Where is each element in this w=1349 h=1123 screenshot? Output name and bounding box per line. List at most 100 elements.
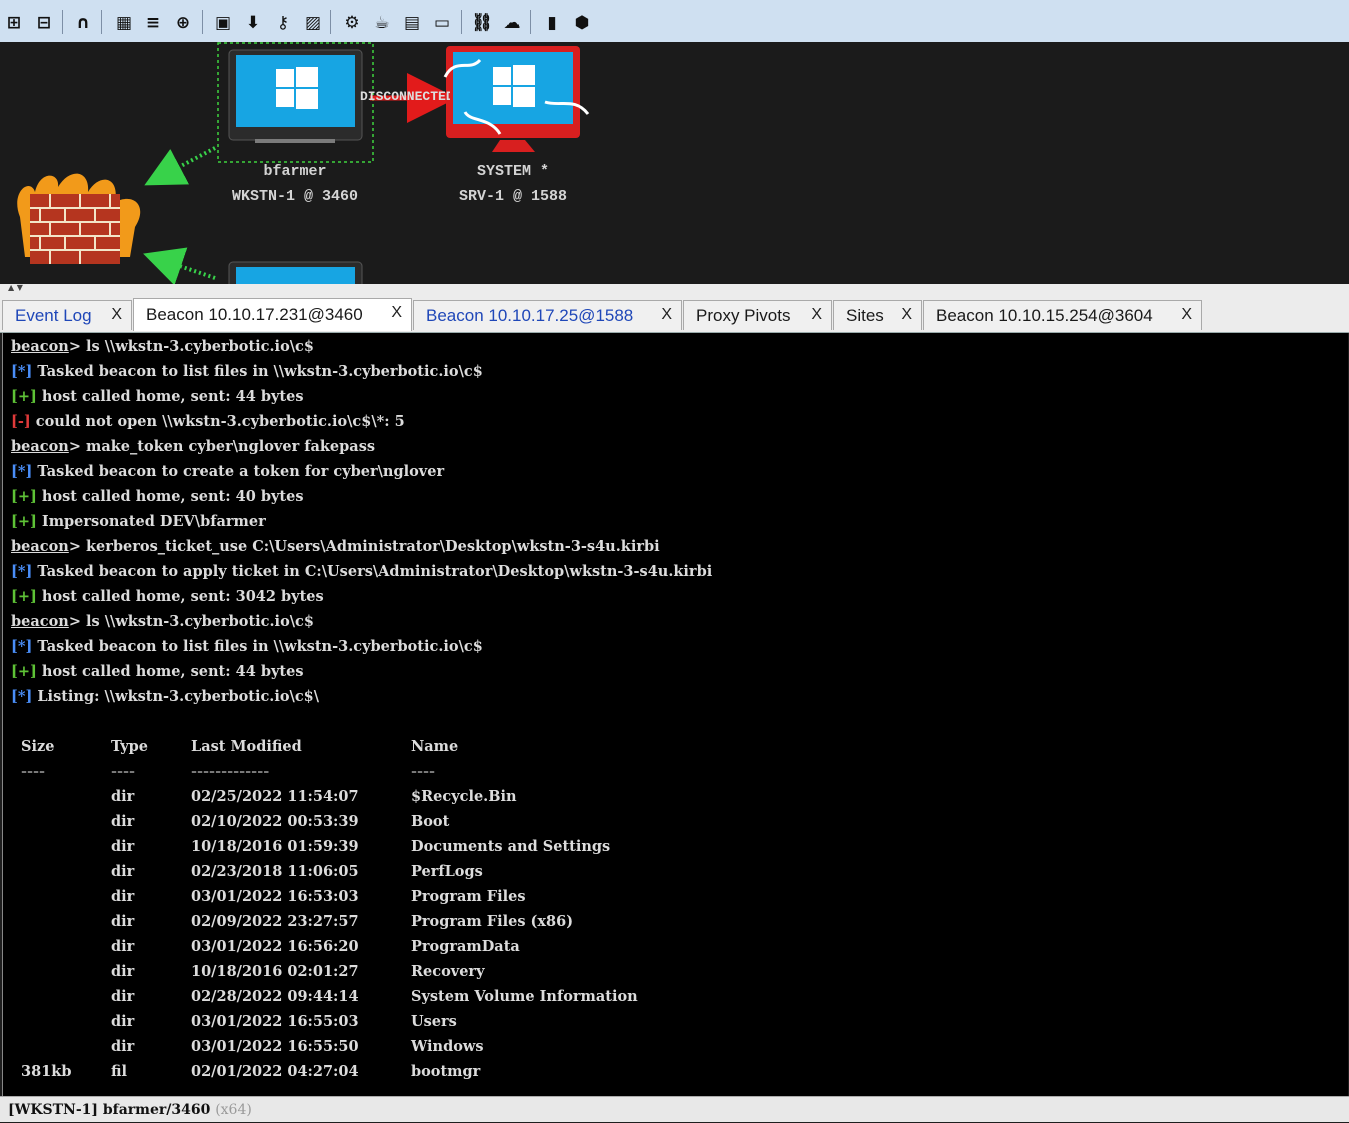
- tab-close-button[interactable]: X: [111, 306, 122, 324]
- listing-row-cell: 381kb: [21, 1063, 72, 1080]
- console-output-line: [*] Listing: \\wkstn-3.cyberbotic.io\c$\: [11, 685, 319, 709]
- tab-label: Beacon 10.10.15.254@3604: [936, 305, 1153, 325]
- tab-event-log[interactable]: Event Log X: [2, 300, 132, 330]
- book-icon[interactable]: ▮: [541, 12, 563, 34]
- listing-row-cell: 03/01/2022 16:53:03: [191, 888, 359, 905]
- console-output-line: [+] Impersonated DEV\bfarmer: [11, 510, 266, 534]
- status-user: bfarmer/3460: [102, 1102, 211, 1118]
- document-icon[interactable]: ▤: [401, 12, 423, 34]
- line-text: Tasked beacon to list files in \\wkstn-3…: [32, 363, 483, 380]
- line-text: Impersonated DEV\bfarmer: [36, 513, 266, 530]
- cup-icon[interactable]: ☕: [371, 12, 393, 34]
- console-command-line: beacon> ls \\wkstn-3.cyberbotic.io\c$: [11, 610, 314, 634]
- tab-beacon-3460[interactable]: Beacon 10.10.17.231@3460 X: [133, 298, 412, 331]
- minus-square-icon[interactable]: ⊟: [33, 12, 55, 34]
- terminal-icon[interactable]: ▭: [431, 12, 453, 34]
- tab-label: Proxy Pivots: [696, 305, 791, 325]
- cloud-icon[interactable]: ☁: [501, 12, 523, 34]
- package-icon[interactable]: ⬢: [571, 12, 593, 34]
- graph-canvas: [17, 42, 590, 285]
- crosshair-icon[interactable]: ⊕: [172, 12, 194, 34]
- status-tag: [+]: [11, 513, 37, 530]
- node-host-label: WKSTN-1 @ 3460: [231, 188, 359, 205]
- toolbar: ⊞ ⊟ ∩ ▦ ≡ ⊕ ▣ ⬇ ⚷ ▨ ⚙ ☕ ▤ ▭ ⛓ ☁ ▮ ⬢: [0, 0, 1349, 43]
- beacon-node-3: [228, 261, 363, 285]
- listing-row-cell: Recovery: [411, 963, 485, 980]
- listing-row-cell: dir: [111, 1013, 135, 1030]
- console-command-line: beacon> make_token cyber\nglover fakepas…: [11, 435, 375, 459]
- tab-close-button[interactable]: X: [661, 306, 672, 324]
- credentials-icon[interactable]: ▣: [212, 12, 234, 34]
- listing-row-cell: $Recycle.Bin: [411, 788, 517, 805]
- tab-beacon-3604[interactable]: Beacon 10.10.15.254@3604 X: [923, 300, 1202, 330]
- key-icon[interactable]: ⚷: [272, 12, 294, 34]
- listing-row-cell: Program Files (x86): [411, 913, 574, 930]
- status-bar: [WKSTN-1] bfarmer/3460 (x64): [0, 1096, 1349, 1122]
- tab-close-button[interactable]: X: [1181, 306, 1192, 324]
- tab-close-button[interactable]: X: [391, 304, 402, 322]
- tab-close-button[interactable]: X: [901, 306, 912, 324]
- listing-row-cell: 02/28/2022 09:44:14: [191, 988, 359, 1005]
- line-text: > make_token cyber\nglover fakepass: [68, 438, 376, 455]
- toolbar-separator: [202, 10, 203, 34]
- listing-header-cell: Last Modified: [191, 738, 302, 755]
- image-icon[interactable]: ▨: [302, 12, 324, 34]
- line-text: Tasked beacon to list files in \\wkstn-3…: [32, 638, 483, 655]
- tab-sites[interactable]: Sites X: [833, 300, 922, 330]
- console-output-line: [+] host called home, sent: 44 bytes: [11, 660, 303, 684]
- tab-close-button[interactable]: X: [811, 306, 822, 324]
- tab-label: Beacon 10.10.17.231@3460: [146, 305, 363, 324]
- listing-row-cell: 03/01/2022 16:55:50: [191, 1038, 359, 1055]
- node-user-label: SYSTEM *: [476, 163, 549, 180]
- line-text: could not open \\wkstn-3.cyberbotic.io\c…: [30, 413, 405, 430]
- listing-row-cell: 02/10/2022 00:53:39: [191, 813, 359, 830]
- status-tag: [+]: [11, 663, 37, 680]
- download-icon[interactable]: ⬇: [242, 12, 264, 34]
- console-prompt: beacon: [11, 613, 69, 630]
- listing-separator-cell: ----: [21, 763, 46, 780]
- beacon-console[interactable]: beacon> ls \\wkstn-3.cyberbotic.io\c$ [*]…: [2, 333, 1348, 1096]
- tab-proxy-pivots[interactable]: Proxy Pivots X: [683, 300, 832, 330]
- status-tag: [-]: [11, 413, 31, 430]
- tab-label: Beacon 10.10.17.25@1588: [426, 305, 634, 325]
- headphones-icon[interactable]: ∩: [72, 12, 94, 34]
- listing-row-cell: 10/18/2016 01:59:39: [191, 838, 359, 855]
- toolbar-separator: [101, 10, 102, 34]
- status-tag: [*]: [11, 688, 33, 705]
- plus-square-icon[interactable]: ⊞: [3, 12, 25, 34]
- listing-row-cell: 02/09/2022 23:27:57: [191, 913, 359, 930]
- link-icon[interactable]: ⛓: [471, 12, 493, 34]
- listing-row-cell: dir: [111, 888, 135, 905]
- listing-row-cell: 10/18/2016 02:01:27: [191, 963, 359, 980]
- listing-row-cell: fil: [111, 1063, 128, 1080]
- console-output-line: [*] Tasked beacon to create a token for …: [11, 460, 444, 484]
- menu-icon[interactable]: ≡: [142, 12, 164, 34]
- pivot-graph[interactable]: DISCONNECTED bfarmer WKSTN-1 @ 3460 SYST…: [0, 42, 1349, 285]
- status-tag: [*]: [11, 363, 33, 380]
- status-tag: [+]: [11, 488, 37, 505]
- gear-icon[interactable]: ⚙: [341, 12, 363, 34]
- tab-beacon-1588[interactable]: Beacon 10.10.17.25@1588 X: [413, 300, 682, 330]
- listing-row-cell: dir: [111, 863, 135, 880]
- listing-row-cell: Windows: [411, 1038, 484, 1055]
- console-output-line: [+] host called home, sent: 44 bytes: [11, 385, 303, 409]
- console-output-line: [+] host called home, sent: 40 bytes: [11, 485, 303, 509]
- console-command-line: beacon> kerberos_ticket_use C:\Users\Adm…: [11, 535, 660, 559]
- line-text: host called home, sent: 44 bytes: [36, 388, 304, 405]
- line-text: Listing: \\wkstn-3.cyberbotic.io\c$\: [32, 688, 320, 705]
- listing-row-cell: dir: [111, 838, 135, 855]
- listing-row-cell: ProgramData: [411, 938, 520, 955]
- console-output-line: [*] Tasked beacon to apply ticket in C:\…: [11, 560, 712, 584]
- beacon-node-wkstn-1: [228, 49, 363, 143]
- split-pane-divider[interactable]: ▲ ▼: [0, 283, 1349, 298]
- listing-separator-cell: ----: [111, 763, 136, 780]
- tab-bar: Event Log X Beacon 10.10.17.231@3460 X B…: [0, 298, 1349, 333]
- line-text: > ls \\wkstn-3.cyberbotic.io\c$: [68, 613, 314, 630]
- listing-row-cell: dir: [111, 938, 135, 955]
- listing-row-cell: dir: [111, 913, 135, 930]
- target-list-icon[interactable]: ▦: [113, 12, 135, 34]
- line-text: host called home, sent: 3042 bytes: [36, 588, 324, 605]
- listing-row-cell: Program Files: [411, 888, 526, 905]
- line-text: Tasked beacon to apply ticket in C:\User…: [32, 563, 713, 580]
- collapse-arrows-icon[interactable]: ▲ ▼: [8, 283, 23, 292]
